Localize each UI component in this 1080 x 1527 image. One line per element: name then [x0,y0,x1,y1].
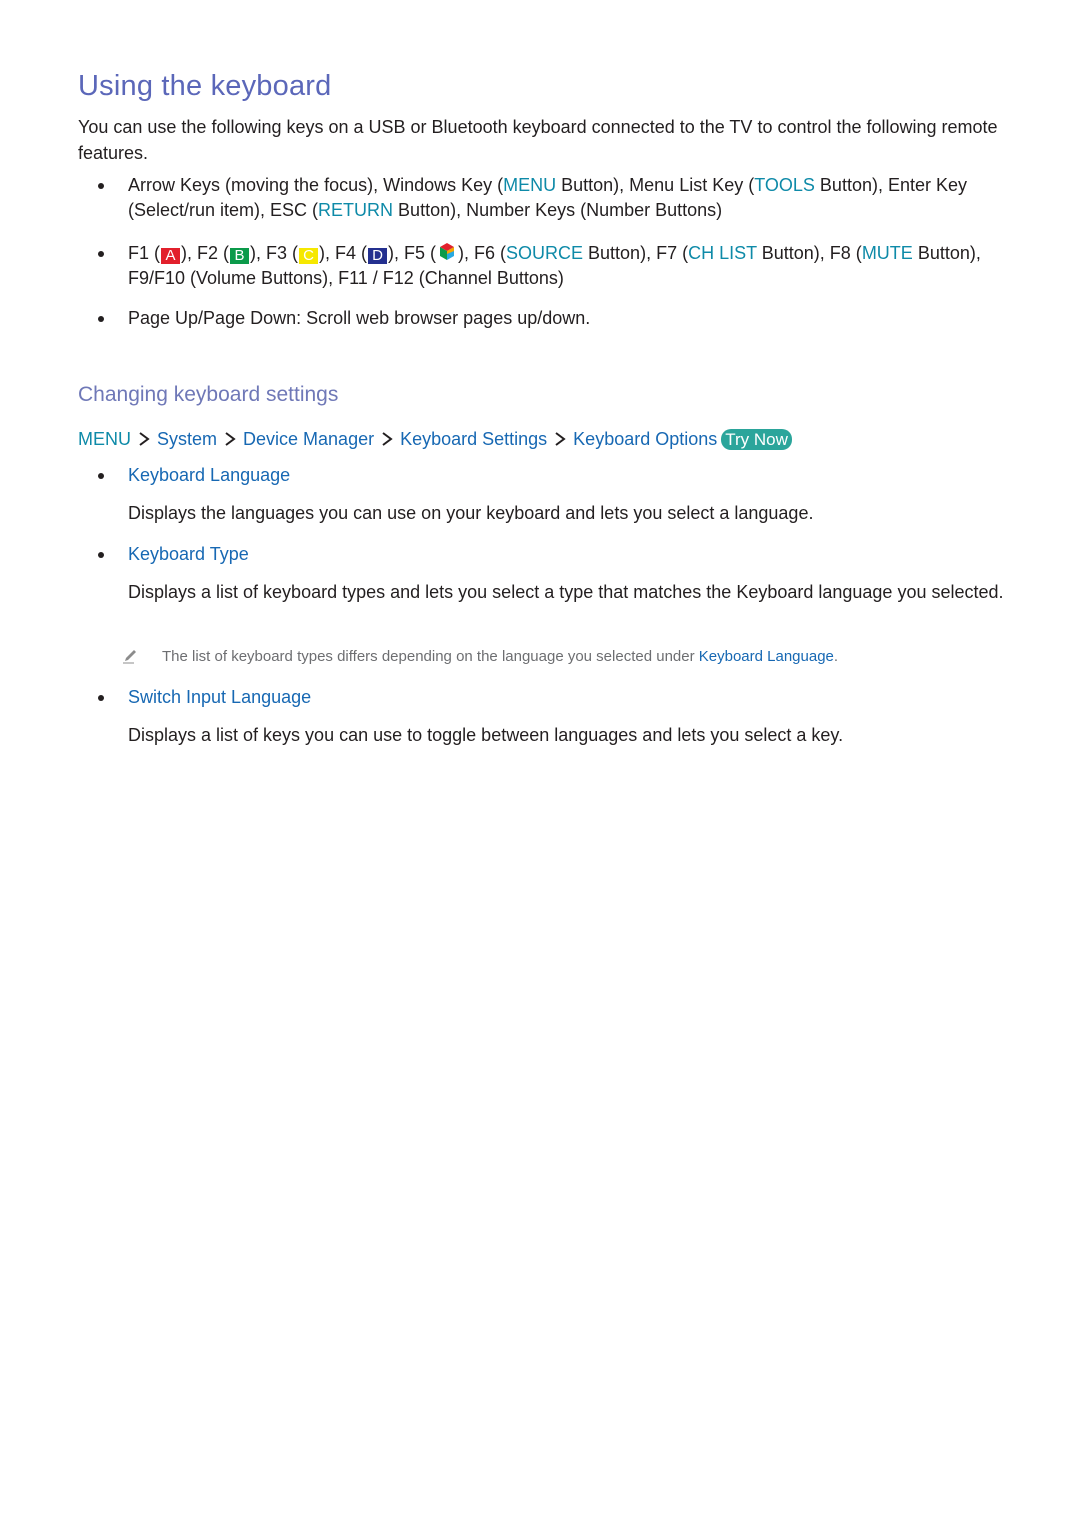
key-list: Arrow Keys (moving the focus), Windows K… [78,173,1008,222]
chevron-right-icon [555,432,566,446]
return-keyword: RETURN [318,199,394,220]
setting-keyboard-type: Keyboard Type [78,542,1008,567]
function-key-list: F1 (A), F2 (B), F3 (C), F4 (D), F5 ( ), … [78,241,1008,290]
page-key-list: Page Up/Page Down: Scroll web browser pa… [78,306,1008,331]
ch-list-keyword: CH LIST [688,243,757,263]
list-item: Keyboard Language [78,463,1008,488]
setting-switch-input-language: Switch Input Language [78,685,1008,710]
yellow-c-button-icon: C [299,248,319,264]
note: The list of keyboard types differs depen… [123,648,838,665]
breadcrumb-device-manager[interactable]: Device Manager [243,429,374,449]
page-title: Using the keyboard [78,70,332,102]
bullet-icon [98,251,104,257]
item-description: Displays a list of keys you can use to t… [128,725,844,745]
red-a-button-icon: A [161,248,181,264]
pencil-note-icon [123,650,136,664]
bullet-icon [98,316,104,322]
chevron-right-icon [225,432,236,446]
item-title[interactable]: Switch Input Language [128,687,311,707]
note-link-keyboard-language[interactable]: Keyboard Language [699,648,834,665]
menu-path-breadcrumb: MENU System Device Manager Keyboard Setting… [78,429,792,450]
menu-keyword: MENU [503,175,557,195]
chevron-right-icon [139,432,150,446]
try-now-button[interactable]: Try Now [721,429,792,450]
intro-paragraph: You can use the following keys on a USB … [78,117,998,163]
breadcrumb-keyboard-settings[interactable]: Keyboard Settings [400,429,547,449]
chevron-right-icon [382,432,393,446]
list-item: Keyboard Type [78,542,1008,567]
list-item: Page Up/Page Down: Scroll web browser pa… [78,306,1008,331]
blue-d-button-icon: D [368,248,388,264]
source-keyword: SOURCE [506,243,584,263]
breadcrumb-menu[interactable]: MENU [78,429,131,449]
item-title[interactable]: Keyboard Language [128,465,290,485]
list-item: Switch Input Language [78,685,1008,710]
mute-keyword: MUTE [861,243,913,263]
item-description: Displays a list of keyboard types and le… [128,582,1004,602]
tools-keyword: TOOLS [754,175,815,195]
bullet-icon [98,473,104,479]
list-item: F1 (A), F2 (B), F3 (C), F4 (D), F5 ( ), … [78,241,1008,290]
item-description: Displays the languages you can use on yo… [128,503,814,523]
bullet-icon [98,183,104,189]
section-title: Changing keyboard settings [78,383,339,406]
smart-hub-icon [440,243,455,260]
bullet-icon [98,552,104,558]
item-title[interactable]: Keyboard Type [128,544,249,564]
breadcrumb-system[interactable]: System [157,429,217,449]
bullet-icon [98,695,104,701]
list-item: Arrow Keys (moving the focus), Windows K… [78,173,1008,222]
green-b-button-icon: B [230,248,250,264]
breadcrumb-keyboard-options[interactable]: Keyboard Options [573,429,717,449]
setting-keyboard-language: Keyboard Language [78,463,1008,488]
